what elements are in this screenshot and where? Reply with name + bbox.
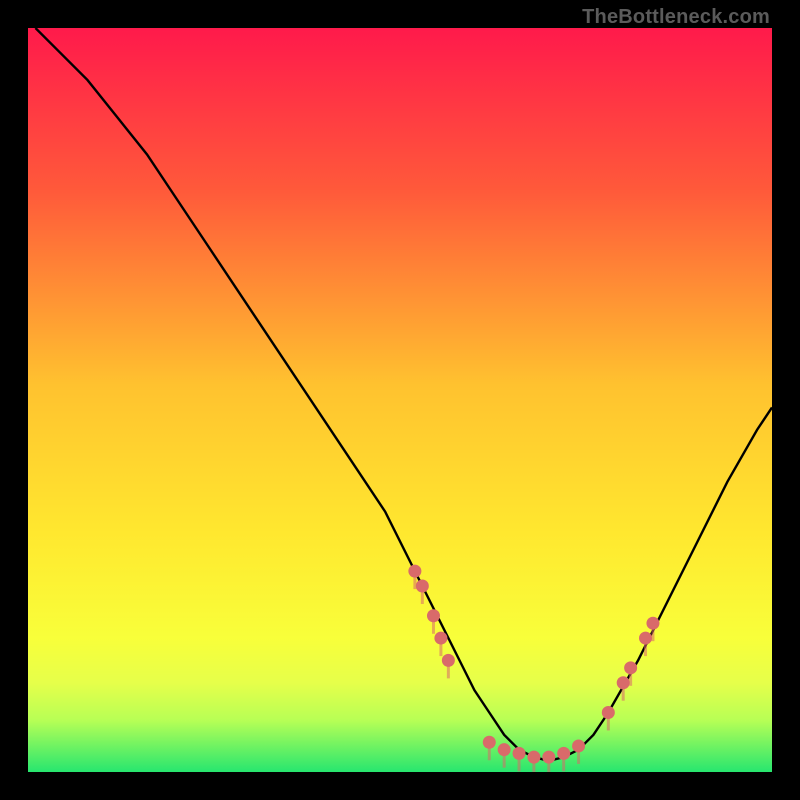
- marker-point: [646, 617, 659, 630]
- marker-point: [442, 654, 455, 667]
- marker-point: [483, 736, 496, 749]
- marker-point: [602, 706, 615, 719]
- marker-point: [624, 661, 637, 674]
- marker-point: [542, 751, 555, 764]
- gradient-background: [28, 28, 772, 772]
- chart-frame: [28, 28, 772, 772]
- marker-point: [416, 580, 429, 593]
- marker-point: [513, 747, 526, 760]
- attribution-text: TheBottleneck.com: [582, 6, 770, 29]
- marker-point: [527, 751, 540, 764]
- chart-svg: [28, 28, 772, 772]
- marker-point: [434, 632, 447, 645]
- marker-point: [498, 743, 511, 756]
- marker-point: [557, 747, 570, 760]
- marker-point: [617, 676, 630, 689]
- marker-point: [639, 632, 652, 645]
- marker-point: [427, 609, 440, 622]
- marker-point: [408, 565, 421, 578]
- marker-point: [572, 739, 585, 752]
